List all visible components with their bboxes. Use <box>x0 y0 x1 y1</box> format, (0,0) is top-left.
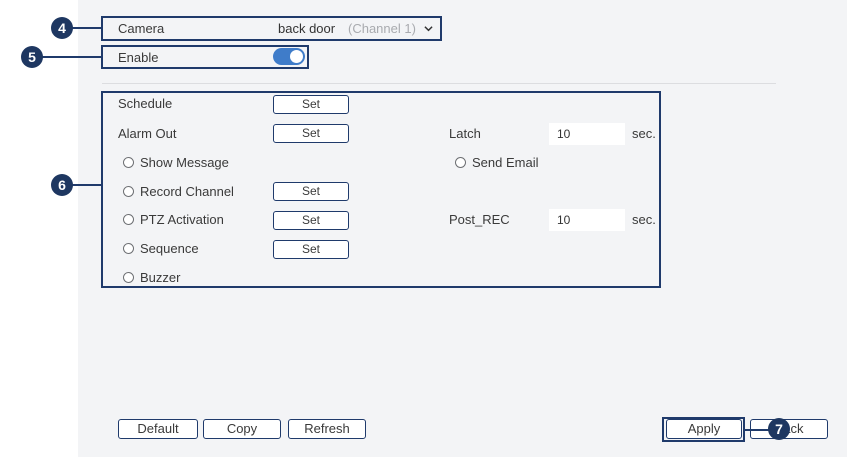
alarm-out-set-button[interactable]: Set <box>273 124 349 143</box>
sequence-label: Sequence <box>140 241 199 256</box>
show-message-radio[interactable] <box>123 157 134 168</box>
copy-button[interactable]: Copy <box>203 419 281 439</box>
enable-toggle[interactable] <box>273 48 305 65</box>
ptz-activation-radio[interactable] <box>123 214 134 225</box>
alarm-out-label: Alarm Out <box>118 126 177 141</box>
apply-button-highlight <box>662 417 745 442</box>
callout-6-leader <box>71 184 102 186</box>
callout-5-badge: 5 <box>21 46 43 68</box>
callout-5-leader <box>41 56 102 58</box>
refresh-button[interactable]: Refresh <box>288 419 366 439</box>
show-message-label: Show Message <box>140 155 229 170</box>
send-email-radio[interactable] <box>455 157 466 168</box>
ptz-activation-set-button[interactable]: Set <box>273 211 349 230</box>
record-channel-label: Record Channel <box>140 184 234 199</box>
schedule-set-button[interactable]: Set <box>273 95 349 114</box>
latch-unit: sec. <box>632 126 656 141</box>
buzzer-radio[interactable] <box>123 272 134 283</box>
buzzer-label: Buzzer <box>140 270 181 285</box>
camera-select-channel: (Channel 1) <box>348 21 416 36</box>
toggle-knob <box>290 50 303 63</box>
default-button[interactable]: Default <box>118 419 198 439</box>
post-rec-input[interactable]: 10 <box>549 209 625 231</box>
record-channel-set-button[interactable]: Set <box>273 182 349 201</box>
camera-select-value: back door <box>278 21 336 36</box>
record-channel-radio[interactable] <box>123 186 134 197</box>
latch-input[interactable]: 10 <box>549 123 625 145</box>
camera-label: Camera <box>118 21 165 36</box>
sequence-radio[interactable] <box>123 243 134 254</box>
latch-label: Latch <box>449 126 481 141</box>
callout-4-leader <box>71 27 102 29</box>
send-email-label: Send Email <box>472 155 539 170</box>
post-rec-unit: sec. <box>632 212 656 227</box>
camera-select[interactable]: back door (Channel 1) <box>276 18 438 39</box>
callout-4-badge: 4 <box>51 17 73 39</box>
divider <box>102 83 776 84</box>
callout-7-badge: 7 <box>768 418 790 440</box>
ptz-activation-label: PTZ Activation <box>140 212 224 227</box>
schedule-label: Schedule <box>118 96 173 111</box>
post-rec-label: Post_REC <box>449 212 510 227</box>
sequence-set-button[interactable]: Set <box>273 240 349 259</box>
callout-6-badge: 6 <box>51 174 73 196</box>
chevron-down-icon <box>424 26 433 32</box>
enable-label: Enable <box>118 50 159 65</box>
